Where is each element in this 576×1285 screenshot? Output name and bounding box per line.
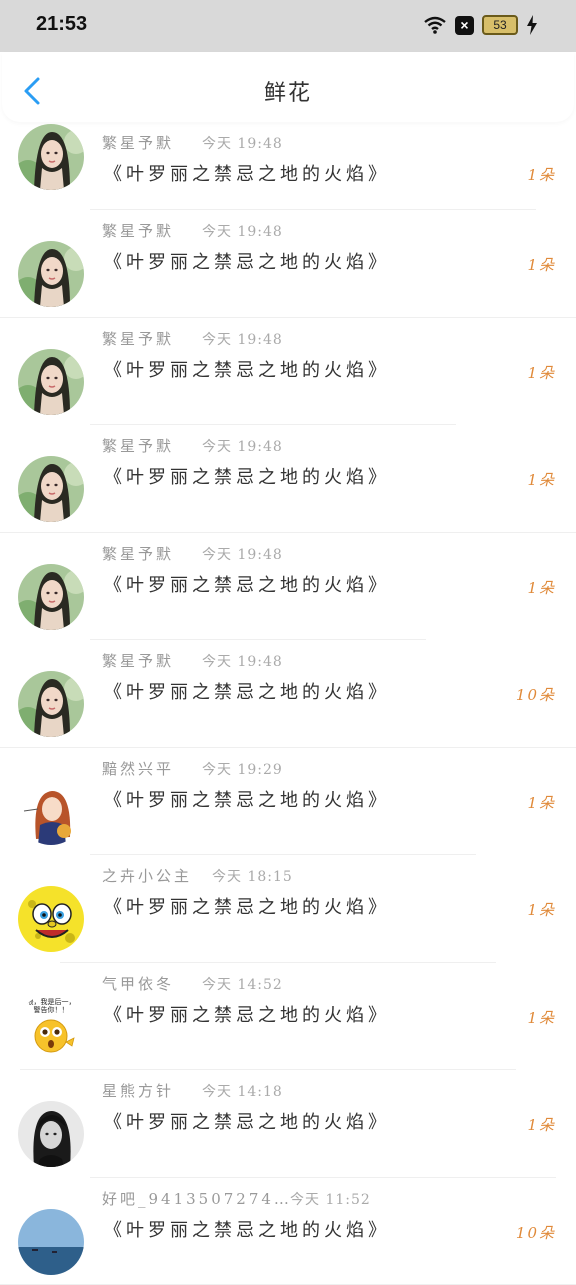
clock: 21:53 [36,13,87,36]
flower-record-row[interactable]: 之卉小公主今天 18:15 《叶罗丽之禁忌之地的火焰》 1朵 [0,855,576,963]
user-avatar[interactable] [18,564,84,630]
user-avatar[interactable] [18,349,84,415]
flower-count: 1朵 [527,899,556,920]
user-name[interactable]: 好吧_9413507274… [102,1188,292,1209]
user-avatar[interactable] [18,671,84,737]
work-title: 《叶罗丽之禁忌之地的火焰》 [104,678,390,704]
user-avatar[interactable] [18,241,84,307]
flower-record-row[interactable]: 好吧_9413507274…今天 11:52 《叶罗丽之禁忌之地的火焰》 10朵 [0,1178,576,1285]
work-title: 《叶罗丽之禁忌之地的火焰》 [104,893,390,919]
flower-record-row[interactable]: 繁星予默 今天 19:48 《叶罗丽之禁忌之地的火焰》 1朵 [0,210,576,318]
flower-count: 1朵 [527,362,556,383]
user-avatar[interactable] [18,1209,84,1275]
page-title: 鲜花 [2,75,574,107]
user-avatar[interactable] [18,886,84,952]
record-time: 今天 19:48 [202,133,283,153]
status-bar: 21:53 × 53 [0,0,576,52]
user-name[interactable]: 繁星予默 [102,220,174,241]
status-icons: × 53 [423,15,538,35]
user-name[interactable]: 黯然兴平 [102,758,174,779]
notification-close-icon: × [455,16,474,35]
record-time: 今天 19:48 [202,544,283,564]
record-time: 今天 19:48 [202,221,283,241]
flower-count: 1朵 [527,164,556,185]
record-time: 今天 19:48 [202,651,283,671]
flower-record-list: 繁星予默今天 19:48《叶罗丽之禁忌之地的火焰》1朵繁星予默今天 19:48《… [0,124,576,1285]
user-name[interactable]: 之卉小公主 [102,865,192,886]
work-title: 《叶罗丽之禁忌之地的火焰》 [104,1108,390,1134]
record-time: 今天 14:52 [202,974,283,994]
user-name[interactable]: 繁星予默 [102,132,174,153]
user-avatar[interactable] [18,124,84,190]
record-time: 今天 19:48 [202,329,283,349]
user-avatar[interactable] [18,456,84,522]
flower-record-row[interactable]: 繁星予默 今天 19:48 《叶罗丽之禁忌之地的火焰》 1朵 [0,318,576,426]
wifi-icon [423,16,447,34]
user-name[interactable]: 繁星予默 [102,435,174,456]
flower-record-row[interactable]: 繁星予默 今天 19:48 《叶罗丽之禁忌之地的火焰》 1朵 [0,533,576,641]
work-title: 《叶罗丽之禁忌之地的火焰》 [104,1216,390,1242]
flower-record-row[interactable]: 繁星予默 今天 19:48 《叶罗丽之禁忌之地的火焰》 1朵 [0,425,576,533]
flower-record-row[interactable]: 喂，我是后一，警告你！！ 气甲依冬 今天 14:52 《叶罗丽之禁忌之地的火焰》 1朵 [0,963,576,1071]
work-title: 《叶罗丽之禁忌之地的火焰》 [104,571,390,597]
record-time: 今天 19:48 [202,436,283,456]
flower-record-row[interactable]: 星熊方针 今天 14:18 《叶罗丽之禁忌之地的火焰》 1朵 [0,1070,576,1178]
work-title: 《叶罗丽之禁忌之地的火焰》 [104,356,390,382]
flower-count: 10朵 [516,1222,556,1243]
user-avatar[interactable] [18,1101,84,1167]
user-name[interactable]: 气甲依冬 [102,973,174,994]
flower-count: 10朵 [516,684,556,705]
user-name[interactable]: 繁星予默 [102,543,174,564]
work-title: 《叶罗丽之禁忌之地的火焰》 [104,463,390,489]
flower-count: 1朵 [527,792,556,813]
top-nav-bar: 鲜花 [2,52,574,122]
svg-text:喂，我是后一，: 喂，我是后一， [27,997,76,1006]
record-time: 今天 18:15 [212,866,293,886]
battery-icon: 53 [482,15,518,35]
flower-count: 1朵 [527,1114,556,1135]
charging-icon [526,15,538,35]
user-name[interactable]: 繁星予默 [102,328,174,349]
work-title: 《叶罗丽之禁忌之地的火焰》 [104,160,390,186]
record-time: 今天 11:52 [290,1189,371,1209]
work-title: 《叶罗丽之禁忌之地的火焰》 [104,786,390,812]
work-title: 《叶罗丽之禁忌之地的火焰》 [104,1001,390,1027]
flower-count: 1朵 [527,577,556,598]
user-name[interactable]: 星熊方针 [102,1080,174,1101]
flower-record-row[interactable]: 黯然兴平 今天 19:29 《叶罗丽之禁忌之地的火焰》 1朵 [0,748,576,856]
user-avatar[interactable] [18,779,84,845]
record-time: 今天 14:18 [202,1081,283,1101]
flower-count: 1朵 [527,254,556,275]
flower-count: 1朵 [527,1007,556,1028]
flower-record-row[interactable]: 繁星予默 今天 19:48 《叶罗丽之禁忌之地的火焰》 10朵 [0,640,576,748]
flower-count: 1朵 [527,469,556,490]
flower-record-row[interactable]: 繁星予默 今天 19:48 《叶罗丽之禁忌之地的火焰》 1朵 [0,124,576,210]
user-avatar[interactable]: 喂，我是后一，警告你！！ [18,994,84,1060]
user-name[interactable]: 繁星予默 [102,650,174,671]
svg-text:警告你！！: 警告你！！ [34,1005,69,1014]
record-time: 今天 19:29 [202,759,283,779]
work-title: 《叶罗丽之禁忌之地的火焰》 [104,248,390,274]
